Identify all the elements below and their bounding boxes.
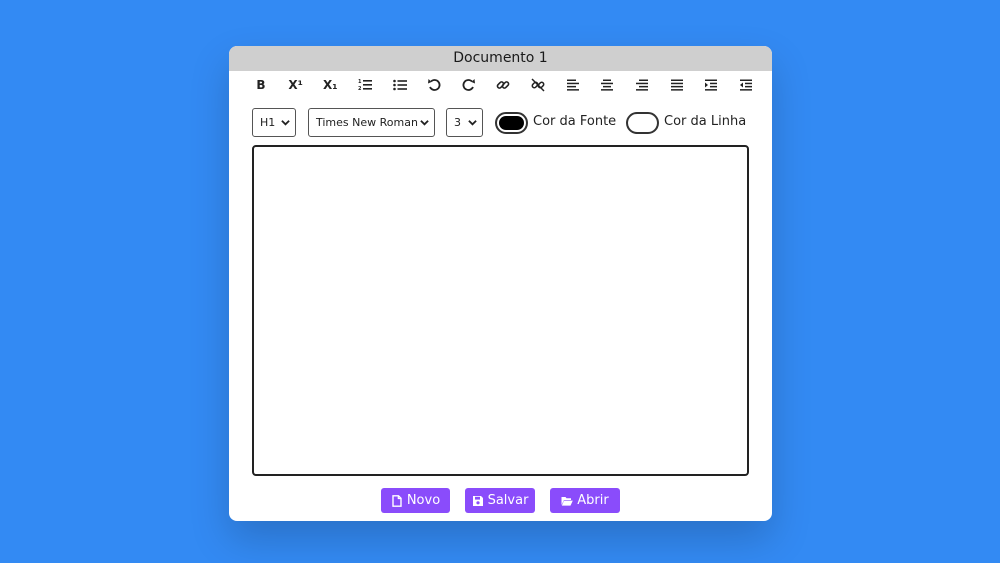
- align-center-button[interactable]: [595, 74, 619, 96]
- link-button[interactable]: [491, 74, 515, 96]
- align-justify-icon: [670, 79, 683, 91]
- svg-text:1: 1: [358, 79, 362, 85]
- outdent-button[interactable]: [734, 74, 758, 96]
- action-buttons: Novo Salvar Abrir: [229, 488, 772, 513]
- align-right-icon: [636, 79, 649, 91]
- indent-icon: [705, 79, 718, 91]
- outdent-icon: [739, 79, 752, 91]
- unlink-button[interactable]: [526, 74, 550, 96]
- chevron-down-icon: [468, 120, 477, 126]
- font-family-select-value: Times New Roman: [316, 116, 418, 129]
- svg-text:2: 2: [358, 86, 362, 92]
- line-color-picker[interactable]: [626, 112, 659, 134]
- save-icon: [472, 495, 483, 506]
- new-button[interactable]: Novo: [381, 488, 450, 513]
- ordered-list-icon: 1 2: [358, 79, 372, 92]
- save-button[interactable]: Salvar: [465, 488, 535, 513]
- font-size-select[interactable]: 3: [446, 108, 483, 137]
- chevron-down-icon: [281, 120, 290, 126]
- subscript-button[interactable]: X₁: [318, 74, 342, 96]
- file-icon: [392, 494, 402, 507]
- undo-button[interactable]: [422, 74, 446, 96]
- align-center-icon: [601, 79, 614, 91]
- line-color-fill: [630, 116, 655, 130]
- link-icon: [497, 81, 510, 89]
- new-button-label: Novo: [406, 493, 441, 508]
- align-left-button[interactable]: [561, 74, 585, 96]
- chevron-down-icon: [420, 120, 429, 126]
- bold-button[interactable]: B: [249, 74, 273, 96]
- formatting-toolbar: B X¹ X₁ 1 2: [249, 74, 758, 96]
- font-color-picker[interactable]: [495, 112, 528, 134]
- unordered-list-button[interactable]: [388, 74, 412, 96]
- unlink-icon: [531, 78, 545, 92]
- open-button[interactable]: Abrir: [550, 488, 620, 513]
- redo-button[interactable]: [457, 74, 481, 96]
- heading-select-value: H1: [260, 116, 276, 129]
- line-color-label: Cor da Linha: [664, 114, 747, 129]
- save-button-label: Salvar: [487, 493, 529, 508]
- open-button-label: Abrir: [577, 493, 609, 508]
- align-right-button[interactable]: [630, 74, 654, 96]
- window-title: Documento 1: [229, 46, 772, 71]
- text-editor-area[interactable]: [252, 145, 749, 476]
- ordered-list-button[interactable]: 1 2: [353, 74, 377, 96]
- heading-select[interactable]: H1: [252, 108, 296, 137]
- font-size-select-value: 3: [454, 116, 461, 129]
- font-color-fill: [499, 116, 524, 130]
- undo-icon: [428, 79, 441, 91]
- redo-icon: [462, 79, 475, 91]
- align-justify-button[interactable]: [665, 74, 689, 96]
- unordered-list-icon: [392, 79, 407, 91]
- editor-window: Documento 1 B X¹ X₁ 1 2 H1 Times New Rom…: [229, 46, 772, 521]
- font-color-label: Cor da Fonte: [533, 114, 617, 129]
- style-controls: H1 Times New Roman 3 Cor da Fonte Cor da…: [252, 107, 752, 137]
- folder-open-icon: [561, 496, 574, 506]
- indent-button[interactable]: [699, 74, 723, 96]
- align-left-icon: [566, 79, 579, 91]
- superscript-button[interactable]: X¹: [284, 74, 308, 96]
- font-family-select[interactable]: Times New Roman: [308, 108, 435, 137]
